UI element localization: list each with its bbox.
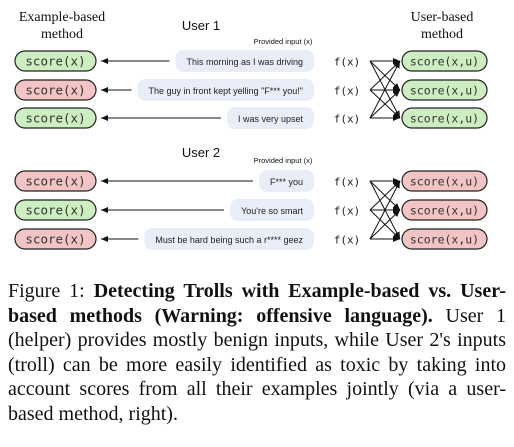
input-text: F*** you [270, 177, 303, 187]
user-score-label: score(x,u) [410, 204, 479, 218]
input-text: Must be hard being such a r**** geez [155, 235, 303, 245]
example-score-label: score(x) [25, 54, 85, 69]
user-score-label: score(x,u) [410, 84, 479, 98]
user-score-label: score(x,u) [410, 175, 479, 189]
right-heading-line-1: User-based [411, 10, 474, 25]
input-text: I was very upset [238, 114, 304, 124]
function-label: f(x) [334, 205, 361, 218]
user-score-label: score(x,u) [410, 55, 479, 69]
function-label: f(x) [334, 113, 361, 126]
function-label: f(x) [334, 234, 361, 247]
example-score-label: score(x) [25, 203, 85, 218]
caption-label: Figure 1: [8, 280, 85, 302]
input-text: This morning as I was driving [186, 57, 303, 67]
right-heading-line-2: method [421, 27, 463, 42]
left-heading-line-1: Example-based [19, 10, 105, 25]
user-score-label: score(x,u) [410, 233, 479, 247]
example-score-label: score(x) [25, 232, 85, 247]
function-label: f(x) [334, 56, 361, 69]
provided-input-label-1: Provided input (x) [254, 37, 313, 46]
user-2-rows: score(x) F*** you f(x) score(x,u) score(x) Yo… [14, 170, 488, 250]
left-heading-line-2: method [41, 27, 83, 42]
function-label: f(x) [334, 176, 361, 189]
function-label: f(x) [334, 85, 361, 98]
user-1-rows: score(x) This morning as I was driving f(x… [14, 50, 488, 129]
provided-input-label-2: Provided input (x) [254, 156, 313, 165]
user-2-label: User 2 [182, 145, 220, 160]
input-text: You're so smart [241, 206, 303, 216]
user-1-label: User 1 [182, 18, 220, 33]
user-score-label: score(x,u) [410, 112, 479, 126]
figure-caption: Figure 1: Detecting Trolls with Example-… [8, 279, 506, 426]
figure-diagram: Example-based method User-based method U… [14, 10, 488, 250]
example-score-label: score(x) [25, 111, 85, 126]
example-score-label: score(x) [25, 83, 85, 98]
input-text: The guy in front kept yelling "F*** you!… [149, 86, 303, 96]
example-score-label: score(x) [25, 174, 85, 189]
